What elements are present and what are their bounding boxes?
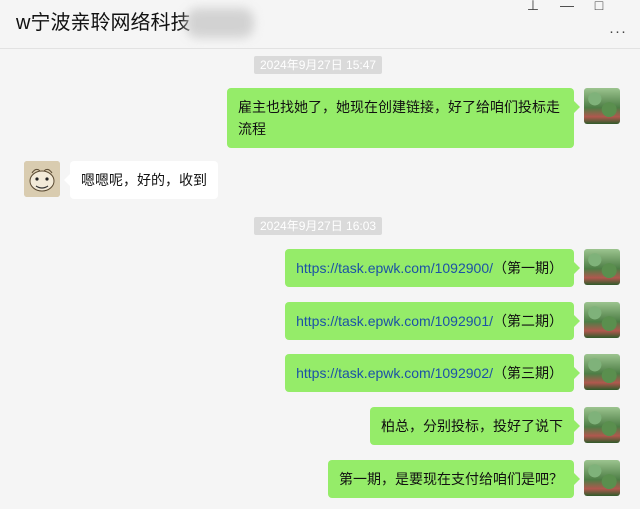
task-link[interactable]: https://task.epwk.com/1092900/ — [296, 260, 493, 276]
my-avatar[interactable] — [584, 249, 620, 285]
minimize-icon[interactable]: — — [556, 0, 578, 13]
maximize-icon[interactable]: □ — [588, 0, 610, 13]
friend-avatar[interactable] — [24, 161, 60, 197]
message-suffix: （第二期） — [493, 313, 563, 329]
message-text: 第一期，是要现在支付给咱们是吧？ — [339, 471, 563, 487]
outgoing-link-message[interactable]: https://task.epwk.com/1092900/（第一期） — [285, 249, 580, 287]
my-avatar[interactable] — [584, 354, 620, 390]
outgoing-link-message[interactable]: https://task.epwk.com/1092901/（第二期） — [285, 302, 580, 340]
message-suffix: （第三期） — [493, 365, 563, 381]
outgoing-link-message[interactable]: https://task.epwk.com/1092902/（第三期） — [285, 354, 580, 392]
my-avatar[interactable] — [584, 407, 620, 443]
my-avatar[interactable] — [584, 88, 620, 124]
task-link[interactable]: https://task.epwk.com/1092902/ — [296, 365, 493, 381]
message-text: 嗯嗯呢，好的，收到 — [81, 172, 207, 188]
outgoing-message[interactable]: 雇主也找她了，她现在创建链接，好了给咱们投标走流程 — [227, 88, 580, 148]
timestamp: 2024年9月27日 16:03 — [254, 217, 383, 235]
message-text: 雇主也找她了，她现在创建链接，好了给咱们投标走流程 — [238, 99, 560, 137]
my-avatar[interactable] — [584, 460, 620, 496]
pin-icon[interactable]: ⊥ — [522, 0, 544, 13]
task-link[interactable]: https://task.epwk.com/1092901/ — [296, 313, 493, 329]
my-avatar[interactable] — [584, 302, 620, 338]
outgoing-message[interactable]: 第一期，是要现在支付给咱们是吧？ — [328, 460, 580, 498]
message-suffix: （第一期） — [493, 260, 563, 276]
outgoing-message[interactable]: 柏总，分别投标，投好了说下 — [370, 407, 580, 445]
message-text: 柏总，分别投标，投好了说下 — [381, 418, 563, 434]
more-options-icon[interactable]: ··· — [608, 24, 628, 40]
friend-avatar-image — [24, 161, 60, 197]
redacted-name-blur — [186, 8, 254, 38]
incoming-message[interactable]: 嗯嗯呢，好的，收到 — [64, 161, 218, 199]
chat-title: w宁波亲聆网络科技 — [16, 12, 191, 34]
timestamp: 2024年9月27日 15:47 — [254, 56, 383, 74]
chat-title-bar: w宁波亲聆网络科技 ⊥ — □ ··· — [0, 0, 640, 49]
